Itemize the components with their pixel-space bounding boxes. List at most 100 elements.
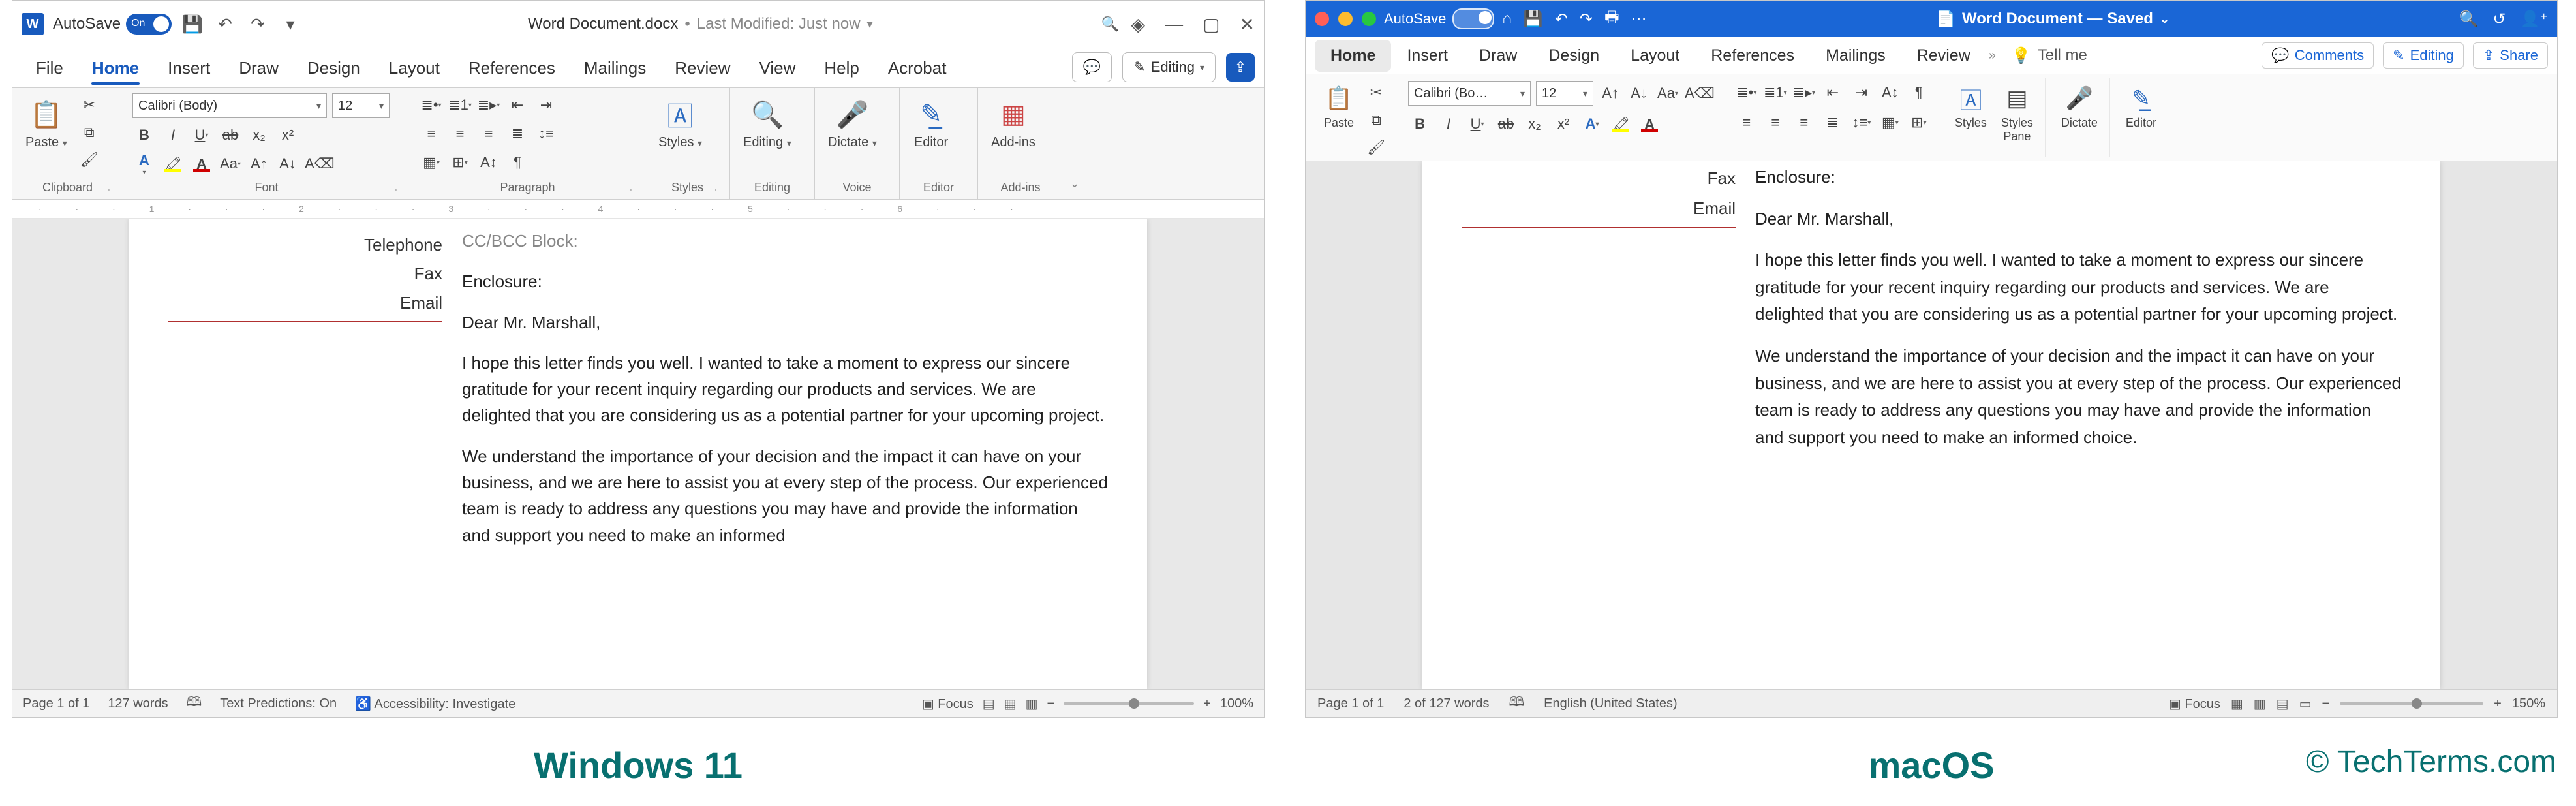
tab-references[interactable]: References bbox=[454, 49, 570, 87]
styles-pane-button[interactable]: ▤ Styles Pane bbox=[1997, 81, 2037, 146]
bold-button[interactable]: B bbox=[1408, 112, 1432, 136]
dialog-launcher-icon[interactable]: ⌐ bbox=[395, 183, 401, 194]
shrink-font-button[interactable]: A↓ bbox=[1627, 82, 1651, 105]
align-center-button[interactable]: ≡ bbox=[448, 122, 472, 146]
font-size-select[interactable]: 12▾ bbox=[1536, 81, 1593, 106]
justify-button[interactable]: ≣ bbox=[506, 122, 529, 146]
change-case-button[interactable]: Aa▾ bbox=[219, 152, 242, 176]
styles-button[interactable]: 🄰 Styles bbox=[1951, 81, 1991, 132]
print-layout-icon[interactable]: ▦ bbox=[1004, 696, 1017, 712]
grow-font-button[interactable]: A↑ bbox=[1599, 82, 1622, 105]
zoom-level[interactable]: 150% bbox=[2512, 696, 2545, 711]
borders-button[interactable]: ⊞▾ bbox=[448, 151, 472, 174]
align-right-button[interactable]: ≡ bbox=[477, 122, 500, 146]
strikethrough-button[interactable]: ab bbox=[219, 123, 242, 147]
cut-icon[interactable]: ✂ bbox=[78, 93, 101, 117]
show-marks-button[interactable]: ¶ bbox=[1907, 81, 1931, 104]
justify-button[interactable]: ≣ bbox=[1821, 111, 1845, 134]
tab-help[interactable]: Help bbox=[810, 49, 873, 87]
close-icon[interactable] bbox=[1315, 12, 1329, 26]
cut-icon[interactable]: ✂ bbox=[1364, 81, 1388, 104]
minimize-icon[interactable]: — bbox=[1165, 14, 1183, 35]
undo-icon[interactable]: ↶ bbox=[213, 12, 237, 36]
search-icon[interactable]: 🔍 bbox=[1099, 12, 1122, 36]
web-layout-icon[interactable]: ▥ bbox=[1026, 696, 1038, 712]
tab-acrobat[interactable]: Acrobat bbox=[874, 49, 961, 87]
font-color-button[interactable]: A bbox=[190, 152, 213, 176]
document-title[interactable]: 📄 Word Document — Saved ⌄ bbox=[1655, 10, 2451, 29]
editing-mode-button[interactable]: ✎ Editing ▾ bbox=[1122, 52, 1216, 82]
subscript-button[interactable]: x₂ bbox=[247, 123, 271, 147]
status-words[interactable]: 2 of 127 words bbox=[1403, 696, 1489, 711]
subscript-button[interactable]: x₂ bbox=[1523, 112, 1546, 136]
paste-button[interactable]: 📋 Paste bbox=[1320, 81, 1358, 132]
tab-insert[interactable]: Insert bbox=[153, 49, 224, 87]
grow-font-button[interactable]: A↑ bbox=[247, 152, 271, 176]
line-spacing-button[interactable]: ↕≡▾ bbox=[1850, 111, 1873, 134]
highlight-button[interactable]: 🖍 bbox=[1609, 112, 1633, 136]
show-marks-button[interactable]: ¶ bbox=[506, 151, 529, 174]
bullets-button[interactable]: ≣•▾ bbox=[420, 93, 443, 117]
styles-button[interactable]: 🄰 Styles ▾ bbox=[654, 93, 706, 153]
ruler[interactable]: · · · 1 · · · 2 · · · 3 · · · 4 · · · 5 … bbox=[12, 200, 1264, 219]
strikethrough-button[interactable]: ab bbox=[1494, 112, 1518, 136]
tab-design[interactable]: Design bbox=[1533, 40, 1615, 72]
bullets-button[interactable]: ≣•▾ bbox=[1735, 81, 1758, 104]
comments-button[interactable]: 💬Comments bbox=[2262, 42, 2374, 69]
paste-button[interactable]: 📋 Paste ▾ bbox=[22, 93, 71, 153]
status-page[interactable]: Page 1 of 1 bbox=[23, 696, 89, 711]
tab-insert[interactable]: Insert bbox=[1391, 40, 1464, 72]
tab-file[interactable]: File bbox=[22, 49, 78, 87]
shading-button[interactable]: ▦▾ bbox=[420, 151, 443, 174]
underline-button[interactable]: U▾ bbox=[190, 123, 213, 147]
print-icon[interactable]: 🖶 bbox=[1604, 6, 1619, 33]
minimize-icon[interactable] bbox=[1338, 12, 1353, 26]
search-icon[interactable]: 🔍 bbox=[2459, 10, 2478, 29]
ribbon-collapse-icon[interactable]: ⌄ bbox=[1063, 172, 1086, 195]
status-accessibility[interactable]: ♿ Accessibility: Investigate bbox=[355, 696, 515, 712]
page[interactable]: Telephone Fax Email CC/BCC Block: Enclos… bbox=[129, 219, 1147, 689]
tab-mailings[interactable]: Mailings bbox=[570, 49, 660, 87]
read-mode-icon[interactable]: ▤ bbox=[983, 696, 995, 712]
align-left-button[interactable]: ≡ bbox=[420, 122, 443, 146]
copy-icon[interactable]: ⧉ bbox=[1364, 108, 1388, 132]
multilevel-button[interactable]: ≣▸▾ bbox=[1792, 81, 1816, 104]
zoom-out-button[interactable]: − bbox=[1047, 696, 1054, 711]
sort-button[interactable]: A↕ bbox=[1878, 81, 1902, 104]
editing-mode-button[interactable]: ✎Editing bbox=[2383, 42, 2464, 69]
numbering-button[interactable]: ≣1▾ bbox=[1764, 81, 1787, 104]
status-words[interactable]: 127 words bbox=[108, 696, 168, 711]
addins-button[interactable]: ▦ Add-ins bbox=[987, 93, 1039, 153]
outline-icon[interactable]: ▤ bbox=[2277, 696, 2289, 712]
chevron-down-icon[interactable]: ▾ bbox=[867, 18, 873, 31]
tab-review[interactable]: Review bbox=[660, 49, 744, 87]
status-predictions[interactable]: Text Predictions: On bbox=[220, 696, 337, 711]
zoom-out-button[interactable]: − bbox=[2322, 696, 2329, 711]
page[interactable]: Fax Email Enclosure: Dear Mr. Marshall, … bbox=[1422, 161, 2440, 689]
toggle-switch-icon[interactable]: On bbox=[126, 14, 172, 35]
dictate-button[interactable]: 🎤 Dictate bbox=[2057, 81, 2102, 132]
tab-home[interactable]: Home bbox=[78, 49, 153, 87]
redo-icon[interactable]: ↷ bbox=[246, 12, 269, 36]
dialog-launcher-icon[interactable]: ⌐ bbox=[630, 183, 636, 194]
editor-button[interactable]: ✎̲ Editor bbox=[909, 93, 953, 153]
tab-layout[interactable]: Layout bbox=[1615, 40, 1695, 72]
borders-button[interactable]: ⊞▾ bbox=[1907, 111, 1931, 134]
shrink-font-button[interactable]: A↓ bbox=[276, 152, 299, 176]
tab-review[interactable]: Review bbox=[1901, 40, 1986, 72]
tab-design[interactable]: Design bbox=[293, 49, 375, 87]
format-painter-icon[interactable]: 🖌 bbox=[78, 148, 101, 172]
spellcheck-icon[interactable]: 🕮 bbox=[1509, 692, 1525, 715]
status-language[interactable]: English (United States) bbox=[1544, 696, 1678, 711]
maximize-icon[interactable]: ▢ bbox=[1203, 14, 1219, 35]
toggle-switch-icon[interactable] bbox=[1452, 8, 1494, 29]
print-layout-icon[interactable]: ▦ bbox=[2231, 696, 2243, 712]
bold-button[interactable]: B bbox=[132, 123, 156, 147]
editing-button[interactable]: 🔍 Editing ▾ bbox=[739, 93, 795, 153]
tab-home[interactable]: Home bbox=[1315, 40, 1391, 72]
document-area[interactable]: Telephone Fax Email CC/BCC Block: Enclos… bbox=[12, 219, 1264, 689]
dictate-button[interactable]: 🎤 Dictate ▾ bbox=[824, 93, 881, 153]
underline-button[interactable]: U▾ bbox=[1465, 112, 1489, 136]
decrease-indent-button[interactable]: ⇤ bbox=[1821, 81, 1845, 104]
multilevel-button[interactable]: ≣▸▾ bbox=[477, 93, 500, 117]
